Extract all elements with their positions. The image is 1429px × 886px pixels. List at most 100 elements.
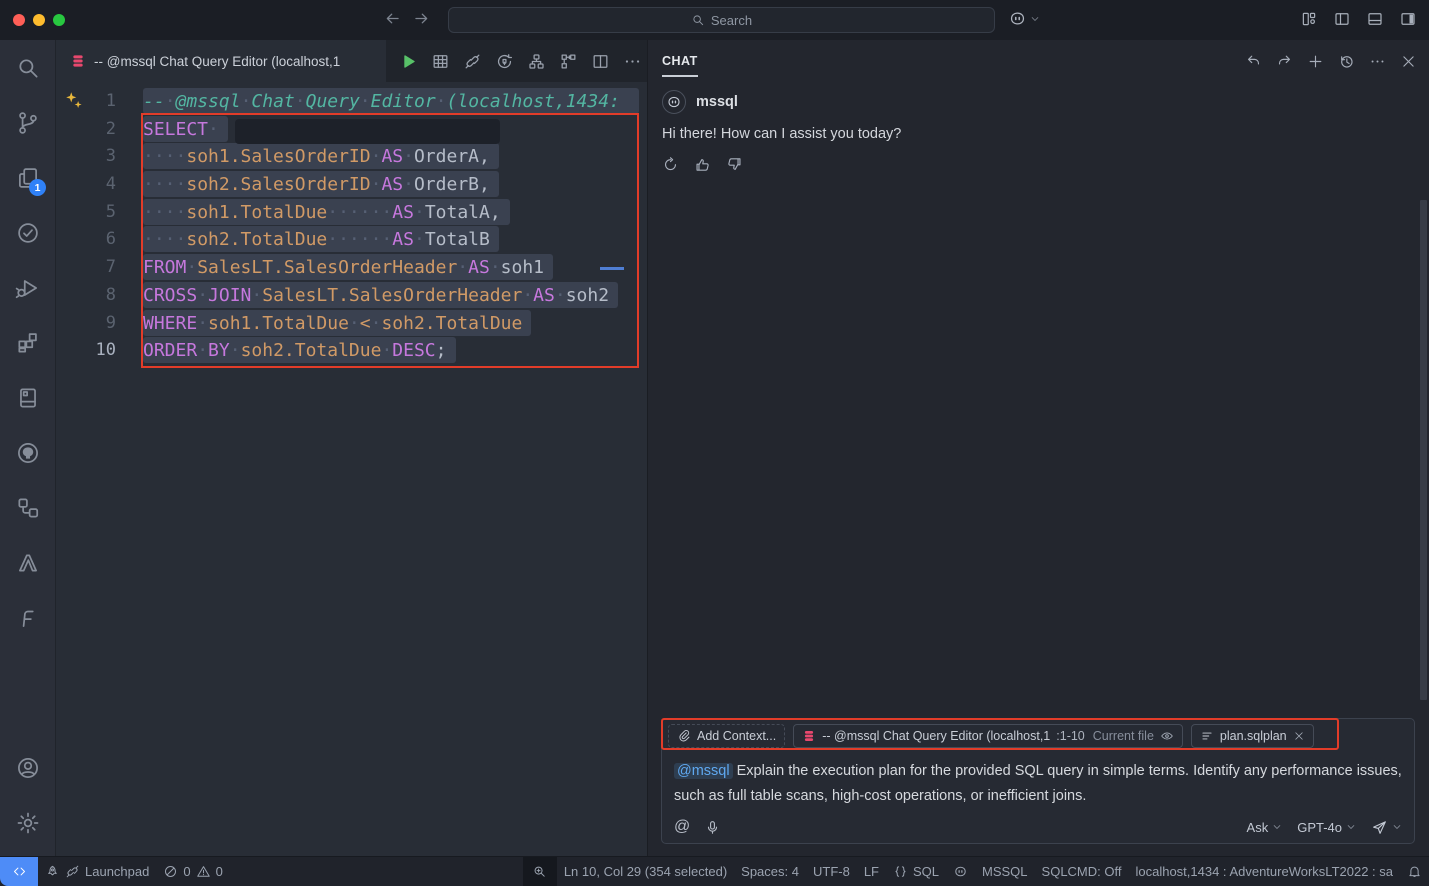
send-button[interactable]: [1371, 819, 1402, 836]
toggle-secondary-sidebar-icon[interactable]: [1399, 10, 1417, 28]
minimize-window-button[interactable]: [33, 14, 45, 26]
run-query-icon[interactable]: [399, 52, 418, 71]
chat-redo-icon[interactable]: [1276, 53, 1293, 70]
add-context-chip[interactable]: Add Context...: [668, 724, 785, 748]
code-line-4[interactable]: 4····soh2.SalesOrderID·AS·OrderB,: [56, 171, 647, 199]
code-line-9[interactable]: 9WHERE·soh1.TotalDue·<·soh2.TotalDue: [56, 310, 647, 338]
copilot-sparkle-icon[interactable]: [63, 90, 85, 112]
more-actions-icon[interactable]: [623, 52, 642, 71]
estimated-plan-icon[interactable]: [527, 52, 546, 71]
mention-mssql: @mssql: [674, 763, 733, 779]
command-center-search[interactable]: Search: [448, 7, 995, 33]
status-text: SQL: [913, 864, 939, 879]
status-indentation[interactable]: Spaces: 4: [734, 857, 806, 886]
task-checklist-icon: [15, 220, 41, 246]
code-editor[interactable]: 1--·@mssql·Chat·Query·Editor·(localhost,…: [56, 82, 647, 856]
activity-bar-github[interactable]: [0, 425, 55, 480]
status-notifications[interactable]: [1400, 857, 1429, 886]
status-connection-info[interactable]: localhost,1434 : AdventureWorksLT2022 : …: [1128, 857, 1400, 886]
split-editor-icon[interactable]: [591, 52, 610, 71]
avatar: [662, 90, 686, 114]
chevron-down-icon: [1272, 822, 1282, 832]
current-file-chip[interactable]: -- @mssql Chat Query Editor (localhost,1…: [793, 724, 1183, 748]
zoom-window-button[interactable]: [53, 14, 65, 26]
status-language-mode[interactable]: SQL: [886, 857, 946, 886]
chat-history-icon[interactable]: [1338, 53, 1355, 70]
error-icon: [163, 864, 178, 879]
status-text: LF: [864, 864, 879, 879]
code-line-5[interactable]: 5····soh1.TotalDue······AS·TotalA,: [56, 199, 647, 227]
mode-picker[interactable]: Ask: [1247, 820, 1283, 835]
send-icon: [1371, 819, 1388, 836]
code-line-1[interactable]: 1--·@mssql·Chat·Query·Editor·(localhost,…: [56, 88, 647, 116]
retry-icon[interactable]: [662, 156, 679, 173]
status-copilot-status[interactable]: [946, 857, 975, 886]
activity-bar-explorer[interactable]: 1: [0, 150, 55, 205]
activity-bar-source-control[interactable]: [0, 95, 55, 150]
forward-icon[interactable]: [412, 9, 431, 28]
code-line-7[interactable]: 7FROM·SalesLT.SalesOrderHeader·AS·soh1: [56, 254, 647, 282]
status-eol[interactable]: LF: [857, 857, 886, 886]
toggle-panel-icon[interactable]: [1366, 10, 1384, 28]
chip-line-range: :1-10: [1056, 729, 1085, 743]
tab-mssql-chat-query-editor[interactable]: -- @mssql Chat Query Editor (localhost,1: [56, 40, 386, 82]
chip-label: plan.sqlplan: [1220, 729, 1287, 743]
status-encoding[interactable]: UTF-8: [806, 857, 857, 886]
disconnect-icon[interactable]: [463, 52, 482, 71]
message-feedback: [662, 156, 1415, 173]
chat-new-chat-icon[interactable]: [1307, 53, 1324, 70]
chat-input-box[interactable]: Add Context... -- @mssql Chat Query Edito…: [661, 718, 1415, 844]
change-connection-icon[interactable]: [495, 52, 514, 71]
status-problems[interactable]: 00: [156, 857, 229, 886]
activity-bar-settings[interactable]: [0, 795, 55, 850]
code-line-10[interactable]: 10ORDER·BY·soh2.TotalDue·DESC;: [56, 337, 647, 365]
chat-header-actions: [1245, 53, 1417, 70]
chat-scrollbar[interactable]: [1420, 200, 1427, 700]
thumbs-down-icon[interactable]: [726, 156, 743, 173]
toggle-primary-sidebar-icon[interactable]: [1333, 10, 1351, 28]
activity-bar-azure[interactable]: [0, 535, 55, 590]
editor-group: -- @mssql Chat Query Editor (localhost,1…: [56, 40, 648, 856]
activity-bar-notebooks[interactable]: [0, 370, 55, 425]
notebooks-icon: [15, 385, 41, 411]
line-number: 10: [56, 337, 143, 365]
message-author: mssql: [696, 94, 738, 110]
mic-icon[interactable]: [704, 819, 721, 836]
plan-file-chip[interactable]: plan.sqlplan: [1191, 724, 1314, 748]
chat-close-icon[interactable]: [1400, 53, 1417, 70]
status-zoom-indicator[interactable]: [523, 857, 557, 886]
status-text: MSSQL: [982, 864, 1028, 879]
status-mssql-provider[interactable]: MSSQL: [975, 857, 1035, 886]
code-line-3[interactable]: 3····soh1.SalesOrderID·AS·OrderA,: [56, 143, 647, 171]
code-line-6[interactable]: 6····soh2.TotalDue······AS·TotalB: [56, 226, 647, 254]
selection-highlight: ORDER·BY·soh2.TotalDue·DESC;: [143, 337, 456, 363]
copilot-menu[interactable]: [1008, 9, 1040, 28]
chip-close-icon[interactable]: [1293, 730, 1305, 742]
chat-undo-icon[interactable]: [1245, 53, 1262, 70]
model-picker[interactable]: GPT-4o: [1297, 820, 1356, 835]
code-line-8[interactable]: 8CROSS·JOIN·SalesLT.SalesOrderHeader·AS·…: [56, 282, 647, 310]
actual-plan-icon[interactable]: [559, 52, 578, 71]
customize-layout-icon[interactable]: [1300, 10, 1318, 28]
back-icon[interactable]: [383, 9, 402, 28]
activity-bar-fabric[interactable]: [0, 590, 55, 645]
close-window-button[interactable]: [13, 14, 25, 26]
chat-input-text[interactable]: @mssql Explain the execution plan for th…: [662, 753, 1414, 809]
status-sqlcmd-status[interactable]: SQLCMD: Off: [1035, 857, 1129, 886]
activity-bar-accounts[interactable]: [0, 740, 55, 795]
activity-bar-search[interactable]: [0, 40, 55, 95]
visibility-icon[interactable]: [1160, 729, 1174, 743]
status-remote-indicator[interactable]: [0, 857, 38, 886]
results-grid-icon[interactable]: [431, 52, 450, 71]
tab-chat[interactable]: CHAT: [662, 40, 698, 82]
activity-bar-extensions[interactable]: [0, 315, 55, 370]
status-cursor-position[interactable]: Ln 10, Col 29 (354 selected): [557, 857, 734, 886]
activity-bar-task-checklist[interactable]: [0, 205, 55, 260]
mention-button[interactable]: @: [674, 818, 690, 836]
rocket-icon: [45, 864, 60, 879]
chat-more-icon[interactable]: [1369, 53, 1386, 70]
status-launchpad[interactable]: Launchpad: [38, 857, 156, 886]
activity-bar-run-debug[interactable]: [0, 260, 55, 315]
thumbs-up-icon[interactable]: [694, 156, 711, 173]
activity-bar-connections[interactable]: [0, 480, 55, 535]
